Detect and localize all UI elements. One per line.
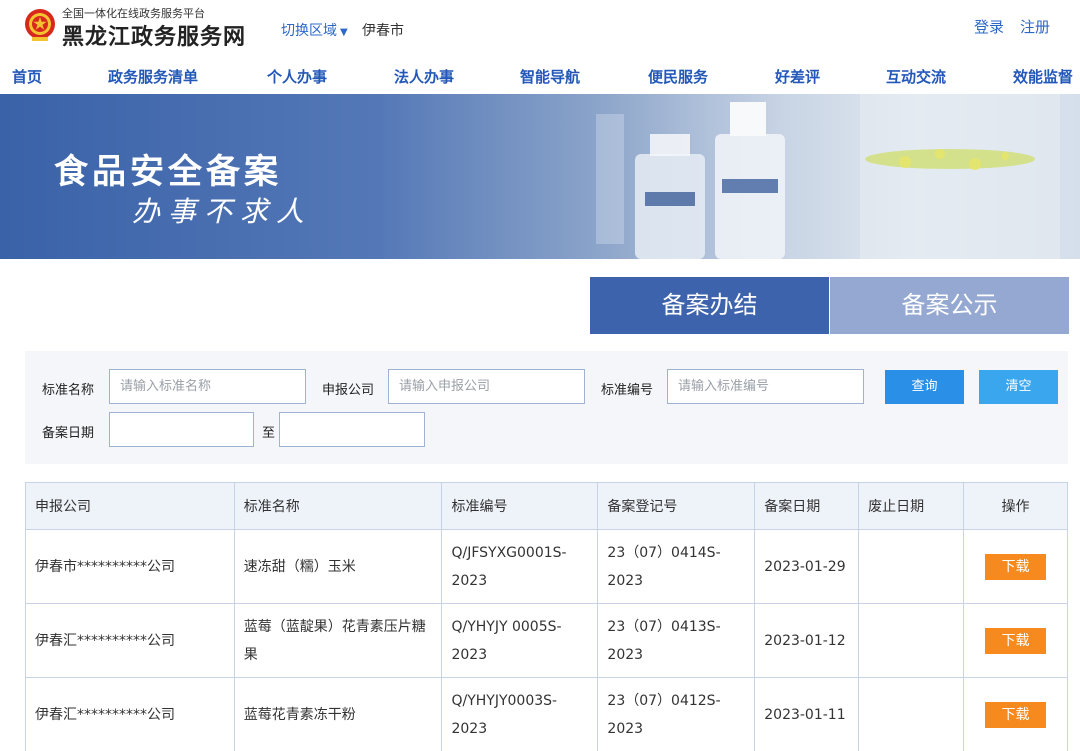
table-row: 伊春汇**********公司 蓝莓花青素冻干粉 Q/YHYJY0003S-20…	[25, 677, 1068, 751]
nav-item-personal[interactable]: 个人办事	[267, 66, 327, 87]
main-nav: 首页 政务服务清单 个人办事 法人办事 智能导航 便民服务 好差评 互动交流 效…	[0, 58, 1080, 94]
region-switch-button[interactable]: 切换区域 ▼	[281, 20, 348, 40]
header-reg-no: 备案登记号	[597, 482, 756, 530]
cell-abolish-date	[858, 677, 965, 751]
cell-date: 2023-01-12	[754, 603, 860, 678]
tab-filing-completed[interactable]: 备案办结	[590, 277, 829, 334]
login-link[interactable]: 登录	[974, 16, 1004, 37]
date-end-input[interactable]	[279, 412, 425, 447]
nav-item-interaction[interactable]: 互动交流	[886, 66, 946, 87]
company-input[interactable]	[388, 369, 585, 404]
header-std-name: 标准名称	[233, 482, 443, 530]
std-no-label: 标准编号	[601, 383, 654, 398]
table-row: 伊春汇**********公司 蓝莓（蓝靛果）花青素压片糖果 Q/YHYJY 0…	[25, 603, 1068, 678]
banner-slogan: 办事不求人	[132, 195, 313, 228]
query-button[interactable]: 查询	[885, 370, 964, 404]
date-label: 备案日期	[42, 426, 95, 441]
cell-std-no: Q/YHYJY0003S-2023	[441, 677, 599, 751]
national-emblem-icon	[24, 8, 56, 42]
header-std-no: 标准编号	[441, 482, 599, 530]
std-name-input[interactable]	[109, 369, 306, 404]
cell-date: 2023-01-11	[754, 677, 860, 751]
cell-std-name: 蓝莓花青素冻干粉	[233, 677, 443, 751]
header-date: 备案日期	[754, 482, 860, 530]
cell-std-no: Q/JFSYXG0001S-2023	[441, 529, 599, 604]
cell-abolish-date	[858, 529, 965, 604]
cell-action: 下载	[963, 677, 1068, 751]
filing-table: 申报公司 标准名称 标准编号 备案登记号 备案日期 废止日期 操作 伊春市***…	[25, 482, 1068, 751]
cell-company: 伊春汇**********公司	[25, 603, 235, 678]
cell-std-no: Q/YHYJY 0005S-2023	[441, 603, 599, 678]
table-header-row: 申报公司 标准名称 标准编号 备案登记号 备案日期 废止日期 操作	[25, 482, 1068, 530]
cell-company: 伊春汇**********公司	[25, 677, 235, 751]
company-label: 申报公司	[322, 383, 375, 398]
date-start-input[interactable]	[109, 412, 254, 447]
region-switch-label: 切换区域	[281, 23, 337, 39]
header-action: 操作	[963, 482, 1068, 530]
banner: 食品安全备案 办事不求人	[0, 94, 1080, 259]
cell-action: 下载	[963, 603, 1068, 678]
table-row: 伊春市**********公司 速冻甜（糯）玉米 Q/JFSYXG0001S-2…	[25, 529, 1068, 604]
download-button[interactable]: 下载	[985, 627, 1046, 654]
nav-item-rating[interactable]: 好差评	[775, 66, 820, 87]
std-no-input[interactable]	[667, 369, 864, 404]
nav-item-supervision[interactable]: 效能监督	[1013, 66, 1073, 87]
download-button[interactable]: 下载	[985, 701, 1046, 728]
cell-company: 伊春市**********公司	[25, 529, 235, 604]
cell-reg-no: 23（07）0414S-2023	[597, 529, 756, 604]
tab-filing-public[interactable]: 备案公示	[830, 277, 1069, 334]
register-link[interactable]: 注册	[1020, 16, 1050, 37]
nav-item-convenience[interactable]: 便民服务	[648, 66, 708, 87]
search-panel	[25, 351, 1068, 464]
std-name-label: 标准名称	[42, 383, 95, 398]
nav-item-home[interactable]: 首页	[12, 66, 42, 87]
cell-reg-no: 23（07）0413S-2023	[597, 603, 756, 678]
header-abolish-date: 废止日期	[858, 482, 965, 530]
cell-action: 下载	[963, 529, 1068, 604]
current-city: 伊春市	[362, 23, 404, 39]
banner-title: 食品安全备案	[54, 152, 282, 192]
header-company: 申报公司	[25, 482, 235, 530]
cell-std-name: 蓝莓（蓝靛果）花青素压片糖果	[233, 603, 443, 678]
cell-date: 2023-01-29	[754, 529, 860, 604]
cell-abolish-date	[858, 603, 965, 678]
caret-down-icon: ▼	[340, 27, 348, 38]
site-name[interactable]: 黑龙江政务服务网	[62, 19, 246, 51]
cell-std-name: 速冻甜（糯）玉米	[233, 529, 443, 604]
download-button[interactable]: 下载	[985, 553, 1046, 580]
nav-item-service-list[interactable]: 政务服务清单	[108, 66, 198, 87]
nav-item-smart-guide[interactable]: 智能导航	[520, 66, 580, 87]
clear-button[interactable]: 清空	[979, 370, 1058, 404]
site-header: 全国一体化在线政务服务平台 黑龙江政务服务网 切换区域 ▼ 伊春市 登录 注册	[0, 0, 1080, 58]
nav-item-corporate[interactable]: 法人办事	[394, 66, 454, 87]
date-to-label: 至	[262, 426, 276, 441]
cell-reg-no: 23（07）0412S-2023	[597, 677, 756, 751]
